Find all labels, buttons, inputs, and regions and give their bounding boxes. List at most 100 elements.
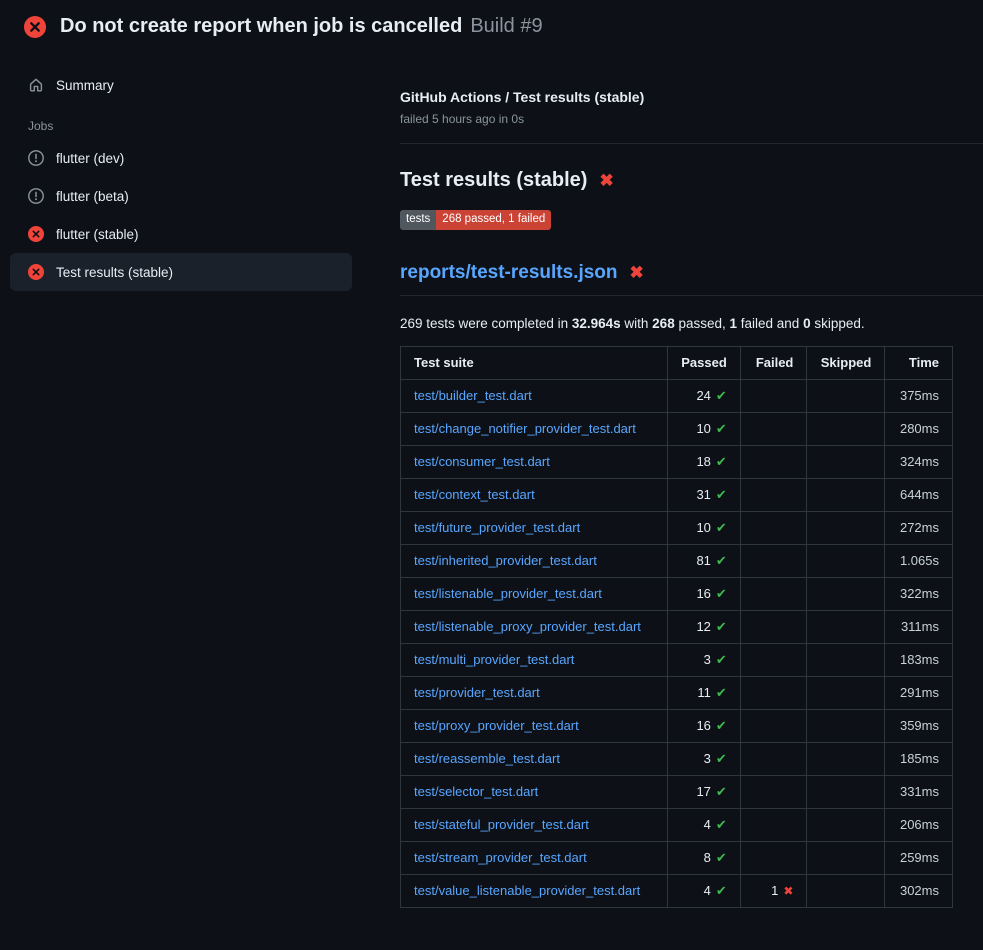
sidebar-item-job[interactable]: flutter (dev) (10, 139, 352, 177)
check-icon: ✔ (716, 520, 727, 535)
time-cell: 302ms (885, 874, 953, 907)
status-neutral-icon (28, 150, 44, 166)
passed-cell: 4✔ (668, 808, 741, 841)
skipped-cell (807, 808, 885, 841)
failed-cell (740, 775, 807, 808)
table-header-row: Test suite Passed Failed Skipped Time (401, 346, 953, 379)
test-suite-link[interactable]: test/change_notifier_provider_test.dart (414, 421, 636, 436)
table-row: test/provider_test.dart11✔291ms (401, 676, 953, 709)
skipped-cell (807, 676, 885, 709)
skipped-cell (807, 709, 885, 742)
page-title: Do not create report when job is cancell… (60, 15, 462, 38)
table-row: test/builder_test.dart24✔375ms (401, 379, 953, 412)
test-suite-link[interactable]: test/context_test.dart (414, 487, 535, 502)
suite-cell: test/listenable_proxy_provider_test.dart (401, 610, 668, 643)
skipped-cell (807, 511, 885, 544)
time-cell: 644ms (885, 478, 953, 511)
test-suite-link[interactable]: test/selector_test.dart (414, 784, 538, 799)
test-suite-link[interactable]: test/consumer_test.dart (414, 454, 550, 469)
cross-icon: ✖ (783, 884, 793, 898)
check-icon: ✔ (716, 817, 727, 832)
test-suite-link[interactable]: test/multi_provider_test.dart (414, 652, 574, 667)
passed-cell: 10✔ (668, 511, 741, 544)
report-heading: reports/test-results.json ✖ (400, 262, 983, 296)
test-suite-link[interactable]: test/inherited_provider_test.dart (414, 553, 597, 568)
total-time: 32.964s (572, 316, 621, 331)
time-cell: 1.065s (885, 544, 953, 577)
test-suite-link[interactable]: test/reassemble_test.dart (414, 751, 560, 766)
suite-cell: test/consumer_test.dart (401, 445, 668, 478)
table-row: test/proxy_provider_test.dart 16✔ 359ms (401, 709, 953, 742)
suite-cell: test/builder_test.dart (401, 379, 668, 412)
table-row: test/selector_test.dart17✔331ms (401, 775, 953, 808)
test-suite-link[interactable]: test/provider_test.dart (414, 685, 540, 700)
time-cell: 185ms (885, 742, 953, 775)
passed-cell: 24✔ (668, 379, 741, 412)
skipped-cell (807, 841, 885, 874)
passed-cell: 16✔ (668, 709, 741, 742)
jobs-section-label: Jobs (10, 103, 352, 139)
test-suite-link[interactable]: test/listenable_provider_test.dart (414, 586, 602, 601)
passed-cell: 8✔ (668, 841, 741, 874)
job-label: flutter (beta) (56, 189, 129, 204)
test-suite-link[interactable]: test/future_provider_test.dart (414, 520, 580, 535)
header-divider (400, 143, 983, 144)
breadcrumb: GitHub Actions / Test results (stable) (400, 89, 983, 105)
test-suite-link[interactable]: test/proxy_provider_test.dart (414, 718, 579, 733)
job-label: Test results (stable) (56, 265, 173, 280)
build-number: Build #9 (470, 15, 542, 38)
sidebar-jobs: flutter (dev) flutter (beta) flutter (stab… (10, 139, 352, 291)
failed-status-icon (24, 16, 46, 38)
failed-cell: 1✖ (740, 874, 807, 907)
time-cell: 359ms (885, 709, 953, 742)
skipped-cell (807, 412, 885, 445)
skipped-cell (807, 445, 885, 478)
suite-cell: test/value_listenable_provider_test.dart (401, 874, 668, 907)
tests-badge: tests 268 passed, 1 failed (400, 210, 551, 230)
report-file-link[interactable]: reports/test-results.json (400, 262, 618, 284)
check-run-header: Do not create report when job is cancell… (0, 0, 983, 51)
check-icon: ✔ (716, 784, 727, 799)
check-icon: ✔ (716, 652, 727, 667)
test-suite-link[interactable]: test/value_listenable_provider_test.dart (414, 883, 640, 898)
test-suite-link[interactable]: test/builder_test.dart (414, 388, 532, 403)
table-row: test/reassemble_test.dart3✔185ms (401, 742, 953, 775)
passed-cell: 11✔ (668, 676, 741, 709)
suite-cell: test/multi_provider_test.dart (401, 643, 668, 676)
sidebar-item-job[interactable]: Test results (stable) (10, 253, 352, 291)
badge-value: 268 passed, 1 failed (436, 210, 551, 230)
skipped-cell (807, 379, 885, 412)
suite-cell: test/reassemble_test.dart (401, 742, 668, 775)
sidebar-item-summary[interactable]: Summary (10, 67, 352, 103)
run-status-line: failed 5 hours ago in 0s (400, 112, 983, 126)
failed-count: 1 (730, 316, 738, 331)
test-suite-link[interactable]: test/listenable_proxy_provider_test.dart (414, 619, 641, 634)
passed-cell: 81✔ (668, 544, 741, 577)
skipped-cell (807, 610, 885, 643)
time-cell: 272ms (885, 511, 953, 544)
time-cell: 322ms (885, 577, 953, 610)
failed-cell (740, 709, 807, 742)
skipped-cell (807, 544, 885, 577)
sidebar-item-job[interactable]: flutter (beta) (10, 177, 352, 215)
badge-label: tests (400, 210, 436, 230)
check-icon: ✔ (716, 883, 727, 898)
fail-x-icon: ✖ (599, 172, 613, 189)
failed-cell (740, 643, 807, 676)
skipped-cell (807, 577, 885, 610)
time-cell: 206ms (885, 808, 953, 841)
test-suite-link[interactable]: test/stream_provider_test.dart (414, 850, 587, 865)
check-icon: ✔ (716, 619, 727, 634)
passed-count: 268 (652, 316, 675, 331)
fail-x-icon: ✖ (630, 264, 644, 281)
job-label: flutter (stable) (56, 227, 139, 242)
failed-cell (740, 808, 807, 841)
failed-cell (740, 610, 807, 643)
failed-cell (740, 544, 807, 577)
failed-cell (740, 742, 807, 775)
col-header-test-suite: Test suite (401, 346, 668, 379)
job-label: flutter (dev) (56, 151, 124, 166)
sidebar-item-job[interactable]: flutter (stable) (10, 215, 352, 253)
test-suite-link[interactable]: test/stateful_provider_test.dart (414, 817, 589, 832)
table-row: test/listenable_proxy_provider_test.dart… (401, 610, 953, 643)
